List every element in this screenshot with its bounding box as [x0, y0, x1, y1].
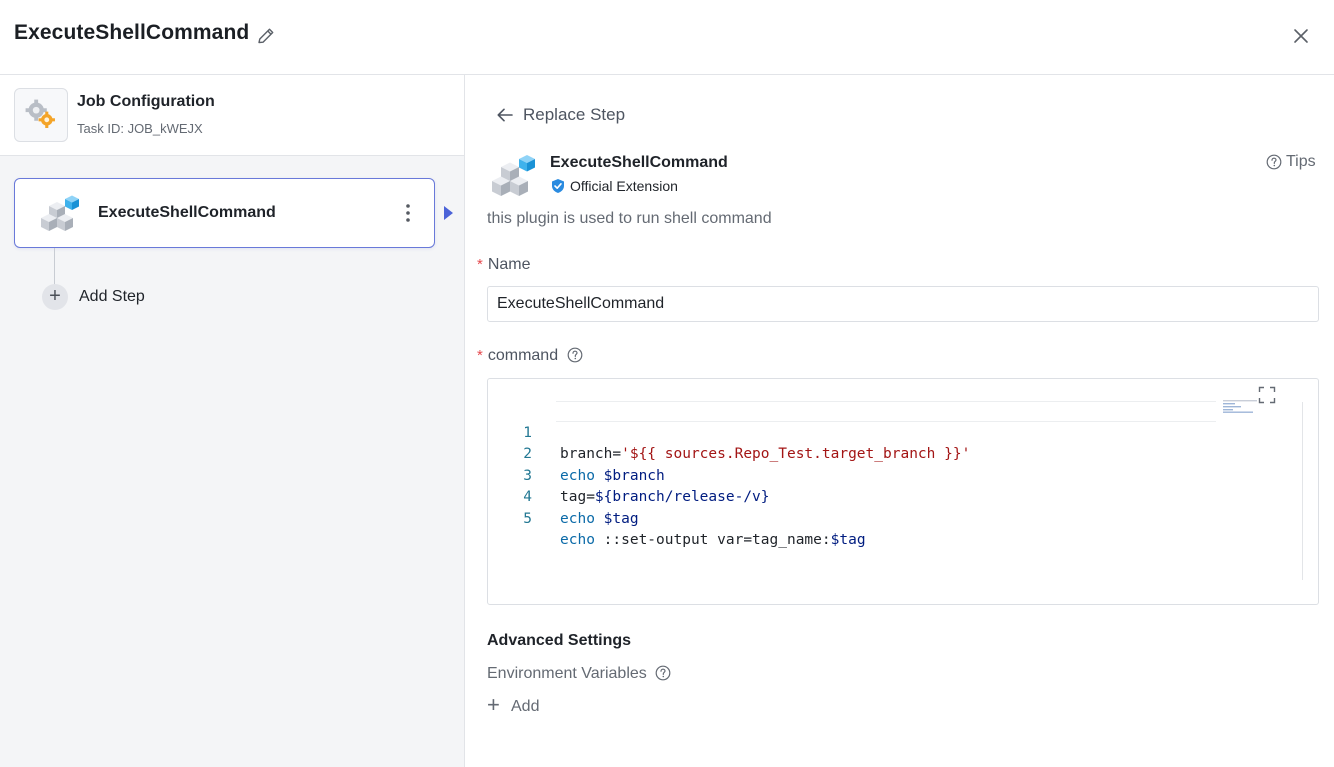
editor-scrollbar[interactable]: [1302, 402, 1303, 580]
plus-icon: +: [42, 284, 68, 310]
pencil-icon[interactable]: [255, 25, 277, 47]
name-field-label: * Name: [477, 256, 531, 273]
drawer-header: ExecuteShellCommand: [0, 0, 1334, 75]
help-circle-icon[interactable]: [567, 347, 583, 363]
name-input[interactable]: [487, 286, 1319, 322]
step-connector: [54, 248, 55, 286]
step-card-execute-shell[interactable]: ExecuteShellCommand: [14, 178, 435, 248]
env-variables-label: Environment Variables: [487, 665, 671, 683]
pipeline-sidebar: Job Configuration Task ID: JOB_kWEJX Exe…: [0, 75, 465, 767]
step-title: ExecuteShellCommand: [98, 204, 276, 221]
job-title: Job Configuration: [77, 93, 215, 110]
close-icon[interactable]: [1289, 24, 1313, 48]
cubes-icon: [492, 155, 535, 196]
code-line: 5 echo ::set-output var=tag_name:$tag: [488, 487, 1288, 549]
selected-step-indicator: [444, 206, 453, 220]
step-config-panel: Replace Step ExecuteShellCommand Officia…: [465, 75, 1334, 767]
more-vertical-icon[interactable]: [398, 200, 418, 226]
plus-icon: +: [487, 692, 500, 717]
plugin-description: this plugin is used to run shell command: [487, 210, 772, 227]
drawer-title: ExecuteShellCommand: [14, 21, 250, 44]
arrow-left-icon: [497, 108, 513, 122]
required-marker: *: [477, 256, 483, 273]
code-line: 3 tag=${branch/release-/v}: [488, 444, 1288, 506]
verified-shield-icon: [552, 179, 564, 193]
plugin-name: ExecuteShellCommand: [550, 154, 728, 171]
required-marker: *: [477, 347, 483, 364]
job-config-header[interactable]: Job Configuration Task ID: JOB_kWEJX: [0, 75, 464, 156]
task-id: Task ID: JOB_kWEJX: [77, 121, 203, 136]
code-line: 4 echo $tag: [488, 466, 1288, 527]
add-label: Add: [511, 698, 540, 715]
gears-icon: [14, 88, 68, 142]
cubes-icon: [41, 195, 79, 231]
add-step-label: Add Step: [79, 288, 145, 305]
command-field-label: * command: [477, 347, 583, 365]
official-extension-label: Official Extension: [570, 178, 678, 194]
tips-label: Tips: [1286, 153, 1316, 170]
replace-step-label: Replace Step: [523, 105, 626, 124]
help-circle-icon[interactable]: [655, 665, 671, 681]
command-code-editor[interactable]: 1 branch='${{ sources.Repo_Test.target_b…: [487, 378, 1319, 605]
line-number: 5: [523, 510, 532, 527]
advanced-settings-heading: Advanced Settings: [487, 632, 632, 649]
code-line: 2 echo $branch: [488, 423, 1288, 484]
help-circle-icon: [1266, 154, 1282, 170]
code-line: 1 branch='${{ sources.Repo_Test.target_b…: [488, 401, 1288, 463]
code-lines: 1 branch='${{ sources.Repo_Test.target_b…: [488, 401, 1288, 549]
